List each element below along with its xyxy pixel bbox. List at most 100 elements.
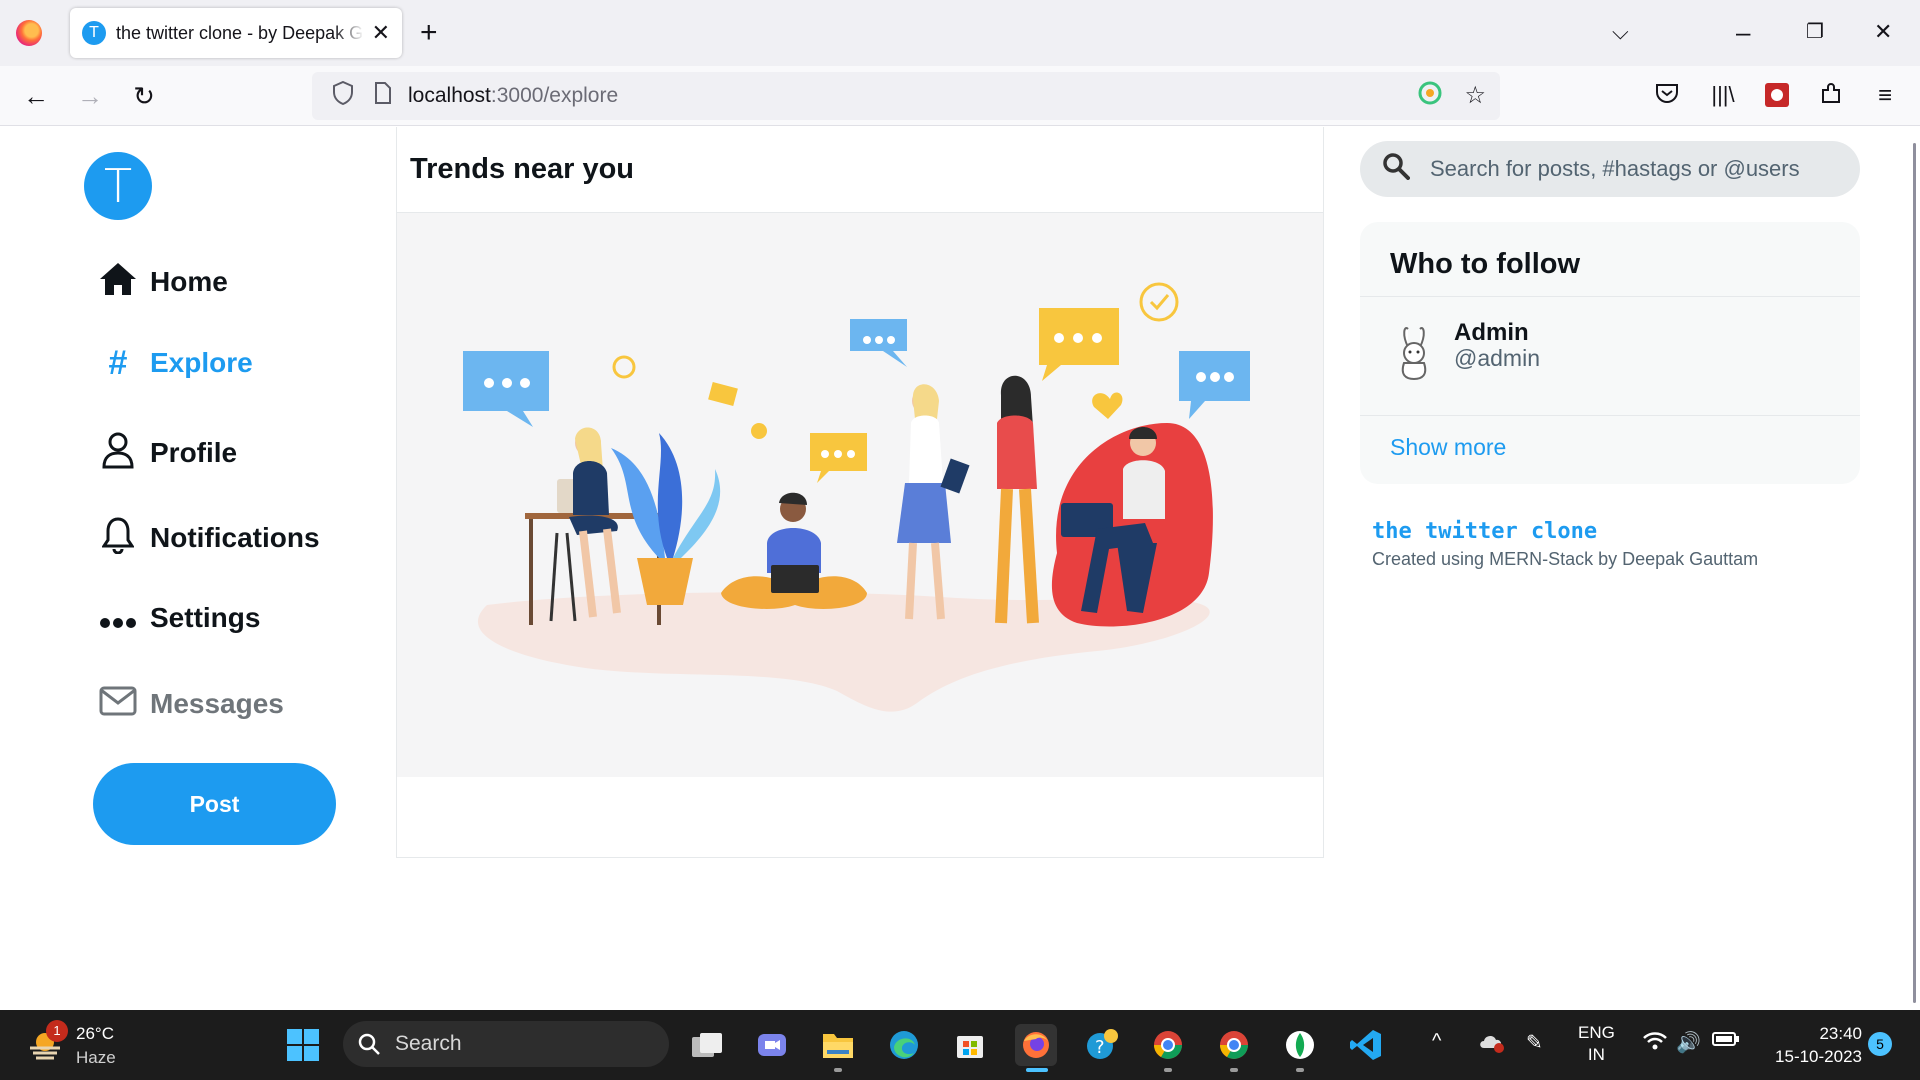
file-explorer-icon[interactable]: [817, 1024, 859, 1066]
library-icon[interactable]: |||\: [1708, 82, 1738, 108]
firefox-icon[interactable]: [16, 20, 42, 46]
hamburger-menu-icon[interactable]: ≡: [1870, 82, 1900, 110]
who-to-follow-title: Who to follow: [1390, 248, 1581, 280]
browser-tabbar: T the twitter clone - by Deepak Gauttam …: [0, 0, 1920, 66]
help-icon[interactable]: ?: [1081, 1024, 1123, 1066]
windows-start-icon[interactable]: [282, 1024, 324, 1066]
volume-icon[interactable]: 🔊: [1676, 1030, 1701, 1055]
browser-navbar: ← → ↻ localhost:3000/explore ☆ |||\ ≡: [0, 66, 1920, 126]
teams-chat-icon[interactable]: [751, 1024, 793, 1066]
task-view-icon[interactable]: [686, 1024, 728, 1066]
user-name: Admin: [1454, 319, 1529, 346]
weather-condition: Haze: [76, 1048, 116, 1067]
battery-icon[interactable]: [1712, 1030, 1740, 1053]
envelope-icon: [98, 686, 138, 722]
taskbar-search-label: Search: [395, 1032, 462, 1055]
search-input[interactable]: [1430, 156, 1830, 182]
region-code: IN: [1587, 1045, 1605, 1064]
page-icon[interactable]: [368, 82, 398, 110]
who-to-follow-panel: Who to follow Admin @admin Show more: [1360, 222, 1860, 484]
url-path: :3000/explore: [490, 84, 619, 107]
onedrive-error-icon[interactable]: [1478, 1030, 1506, 1060]
nav-messages[interactable]: Messages: [98, 686, 284, 722]
url-host: localhost: [408, 84, 491, 107]
language-indicator[interactable]: ENG IN: [1578, 1022, 1615, 1066]
tab-close-icon[interactable]: ✕: [372, 20, 390, 46]
vscode-icon[interactable]: [1345, 1024, 1387, 1066]
avatar[interactable]: [1390, 325, 1438, 381]
running-indicator: [1230, 1068, 1238, 1072]
bookmark-star-icon[interactable]: ☆: [1464, 81, 1486, 112]
mongodb-compass-icon[interactable]: [1279, 1024, 1321, 1066]
browser-tab[interactable]: T the twitter clone - by Deepak Gauttam …: [70, 8, 402, 58]
nav-settings[interactable]: Settings: [98, 601, 260, 635]
notification-center-badge[interactable]: 5: [1868, 1032, 1892, 1056]
weather-temperature[interactable]: 26°C: [76, 1024, 114, 1044]
hashtag-icon: #: [108, 344, 128, 382]
extensions-puzzle-icon[interactable]: [1816, 82, 1846, 113]
app-logo[interactable]: T: [84, 152, 152, 220]
microsoft-store-icon[interactable]: [949, 1024, 991, 1066]
search-bar[interactable]: [1360, 141, 1860, 197]
scrollbar[interactable]: [1913, 143, 1916, 1003]
search-icon: [1382, 152, 1414, 187]
chrome-profile-2-icon[interactable]: [1213, 1024, 1255, 1066]
nav-home-label: Home: [150, 266, 228, 297]
language-code: ENG: [1578, 1023, 1615, 1042]
nav-explore[interactable]: # Explore: [98, 346, 253, 380]
close-window-icon[interactable]: ✕: [1874, 14, 1892, 50]
running-indicator: [1296, 1068, 1304, 1072]
tab-title: the twitter clone - by Deepak Gauttam: [116, 22, 364, 43]
restore-icon[interactable]: ❐: [1806, 14, 1824, 50]
tab-favicon-icon: T: [82, 21, 106, 45]
nav-notifications[interactable]: Notifications: [98, 516, 320, 560]
clock[interactable]: 23:40 15-10-2023: [1752, 1022, 1862, 1068]
list-all-tabs-icon[interactable]: ⌵: [1612, 14, 1629, 50]
back-icon[interactable]: ←: [18, 78, 54, 114]
search-icon: [358, 1033, 380, 1055]
home-icon: [98, 261, 138, 303]
running-indicator: [834, 1068, 842, 1072]
extension-red-icon[interactable]: [1762, 82, 1792, 115]
show-hidden-icons-chevron-icon[interactable]: ^: [1432, 1030, 1441, 1053]
nav-profile-label: Profile: [150, 437, 238, 468]
clock-date: 15-10-2023: [1775, 1047, 1862, 1066]
taskbar-search[interactable]: Search: [343, 1021, 669, 1067]
extension-target-icon[interactable]: [1418, 81, 1442, 112]
post-button[interactable]: Post: [93, 763, 336, 845]
pen-icon[interactable]: ✎: [1526, 1030, 1543, 1055]
bell-icon: [98, 516, 138, 560]
nav-settings-label: Settings: [150, 602, 261, 633]
more-icon: [98, 601, 138, 635]
user-handle: @admin: [1454, 345, 1540, 371]
nav-explore-label: Explore: [150, 347, 253, 378]
show-more-link[interactable]: Show more: [1390, 434, 1506, 461]
chrome-profile-1-icon[interactable]: [1147, 1024, 1189, 1066]
url-bar[interactable]: localhost:3000/explore ☆: [312, 72, 1500, 120]
clock-time: 23:40: [1819, 1024, 1862, 1043]
minimize-icon[interactable]: –: [1736, 14, 1750, 50]
weather-badge: 1: [46, 1020, 68, 1042]
nav-profile[interactable]: Profile: [98, 431, 237, 475]
user-icon: [98, 431, 138, 475]
twitter-clone-page: T Home # Explore Profile Notifications S…: [0, 127, 1920, 1010]
active-indicator: [1026, 1068, 1048, 1072]
pocket-icon[interactable]: [1652, 82, 1682, 111]
explore-column: Trends near you: [396, 127, 1324, 858]
firefox-taskbar-icon[interactable]: [1015, 1024, 1057, 1066]
page-title: Trends near you: [410, 153, 635, 185]
forward-icon[interactable]: →: [72, 78, 108, 114]
new-tab-icon[interactable]: +: [420, 16, 438, 50]
footer-subtitle: Created using MERN-Stack by Deepak Gautt…: [1372, 549, 1759, 569]
follow-suggestion[interactable]: Admin @admin: [1360, 297, 1860, 415]
wifi-icon[interactable]: [1642, 1030, 1668, 1058]
reload-icon[interactable]: ↻: [126, 78, 162, 114]
nav-notifications-label: Notifications: [150, 522, 320, 553]
nav-home[interactable]: Home: [98, 261, 228, 303]
explore-header: Trends near you: [397, 127, 1323, 213]
people-chatting-illustration: [397, 213, 1323, 777]
shield-icon[interactable]: [328, 80, 358, 111]
running-indicator: [1164, 1068, 1172, 1072]
edge-icon[interactable]: [883, 1024, 925, 1066]
footer-title[interactable]: the twitter clone: [1372, 519, 1597, 544]
